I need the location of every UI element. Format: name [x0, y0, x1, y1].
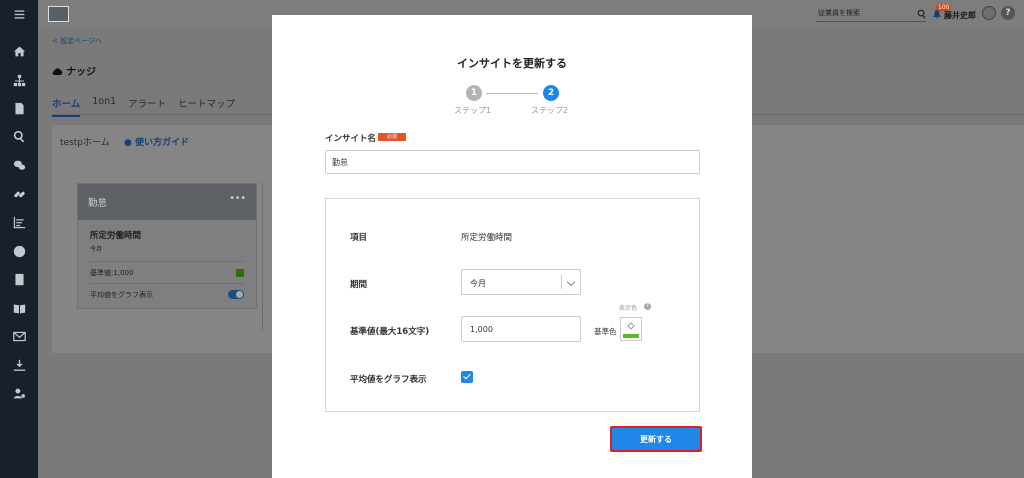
base-value-input[interactable]: [461, 316, 581, 342]
cloud-icon: [52, 68, 63, 75]
insight-settings-box: 項目 所定労働時間 期間 今月 基準値(最大16文字) 表示色 ? 基準色 平均…: [325, 198, 700, 412]
org-chart-icon[interactable]: [11, 72, 27, 88]
base-value-label: 基準値(最大16文字): [350, 327, 430, 337]
step-connector: [486, 93, 538, 94]
item-value: 所定労働時間: [461, 233, 513, 243]
avg-toggle[interactable]: [228, 290, 244, 299]
step-1-indicator: 1: [466, 85, 482, 101]
paint-bucket-icon: [627, 322, 635, 330]
card-period: 今月: [90, 246, 103, 253]
card-base-row: 基準値:1,000: [90, 261, 244, 283]
page-title-text: ナッジ: [66, 67, 96, 78]
select-separator: [561, 275, 562, 289]
contact-card-icon[interactable]: [11, 271, 27, 287]
insight-name-input[interactable]: [325, 150, 700, 174]
user-avatar-icon[interactable]: [982, 6, 996, 20]
chat-icon[interactable]: [11, 157, 27, 173]
card-base-value: 基準値:1,000: [90, 268, 134, 277]
avg-graph-checkbox[interactable]: [461, 371, 473, 383]
card-body: 所定労働時間 今月 基準値:1,000 平均値をグラフ表示: [78, 220, 256, 314]
document-icon[interactable]: [11, 100, 27, 116]
card-title: 勤怠: [88, 198, 108, 209]
card-avg-row: 平均値をグラフ表示: [90, 283, 244, 305]
chart-icon[interactable]: [11, 214, 27, 230]
update-insight-modal: インサイトを更新する 1 2 ステップ1 ステップ2 インサイト名 必須 項目 …: [272, 15, 752, 478]
required-badge: 必須: [378, 133, 406, 141]
card-avg-label: 平均値をグラフ表示: [90, 290, 153, 299]
modal-title: インサイトを更新する: [457, 57, 567, 70]
user-settings-icon[interactable]: [11, 385, 27, 401]
menu-icon[interactable]: [11, 6, 27, 22]
period-select[interactable]: 今月: [461, 269, 581, 295]
step-2-indicator: 2: [543, 85, 559, 101]
insight-name-label: インサイト名: [325, 134, 377, 144]
base-color-label: 基準色: [594, 327, 617, 336]
back-to-settings-link[interactable]: < 設定ページへ: [52, 36, 102, 46]
panel-title: testpホーム: [60, 138, 110, 148]
company-logo[interactable]: [48, 6, 69, 22]
base-color-picker[interactable]: [620, 317, 642, 341]
color-swatch: [623, 334, 639, 338]
next-card-edge: [262, 183, 272, 330]
search-icon[interactable]: [917, 9, 927, 19]
link-icon[interactable]: [11, 186, 27, 202]
info-icon[interactable]: [11, 243, 27, 259]
card-metric: 所定労働時間: [90, 231, 142, 241]
search-icon[interactable]: [11, 128, 27, 144]
mail-icon[interactable]: [11, 328, 27, 344]
card-header: 勤怠 •••: [78, 184, 256, 220]
side-navigation: [0, 0, 38, 478]
display-color-label: 表示色: [619, 305, 638, 312]
home-icon[interactable]: [11, 43, 27, 59]
step-1-label: ステップ1: [454, 106, 492, 115]
guide-link-label: 使い方ガイド: [135, 138, 190, 148]
usage-guide-link[interactable]: ● 使い方ガイド: [124, 135, 189, 148]
step-2-label: ステップ2: [531, 106, 569, 115]
chevron-down-icon: [566, 277, 576, 287]
insight-card[interactable]: 勤怠 ••• 所定労働時間 今月 基準値:1,000 平均値をグラフ表示: [77, 183, 257, 309]
base-color-swatch: [236, 268, 244, 277]
download-icon[interactable]: [11, 357, 27, 373]
item-label: 項目: [350, 233, 368, 243]
avg-graph-label: 平均値をグラフ表示: [350, 375, 427, 385]
more-menu-icon[interactable]: •••: [229, 193, 246, 204]
help-icon[interactable]: ?: [1001, 6, 1015, 20]
book-icon[interactable]: [11, 300, 27, 316]
period-label: 期間: [350, 280, 368, 290]
employee-search-input[interactable]: 従業員を検索: [816, 8, 926, 22]
update-button[interactable]: 更新する: [610, 426, 702, 452]
page-title: ナッジ: [52, 63, 96, 78]
help-circle-icon: ●: [124, 138, 135, 148]
user-name[interactable]: 藤井史郎: [944, 10, 976, 21]
period-select-value: 今月: [470, 279, 486, 288]
help-icon[interactable]: ?: [644, 303, 651, 310]
